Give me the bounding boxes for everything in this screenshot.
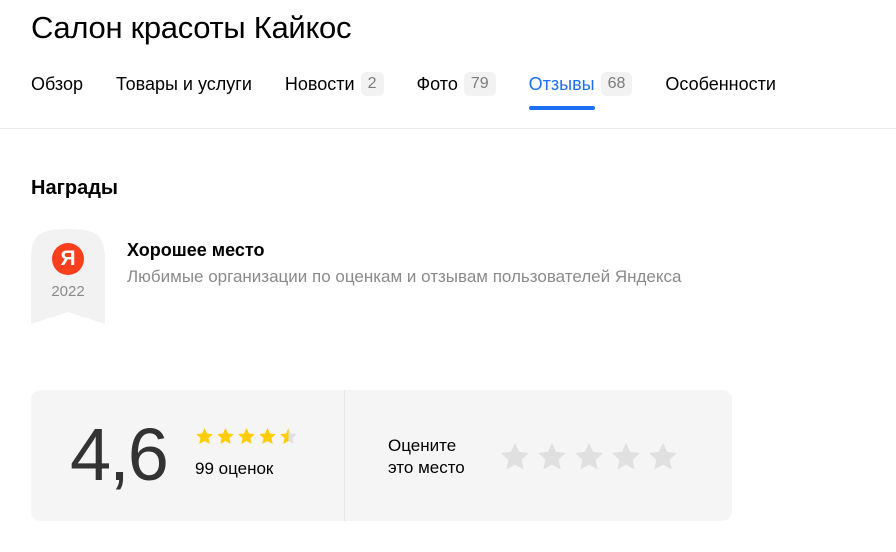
rating-stars [195, 427, 300, 446]
award-ribbon-icon: Я 2022 [31, 229, 105, 324]
star-icon [238, 428, 255, 444]
tab-overview[interactable]: Обзор [31, 70, 83, 98]
award-description: Любимые организации по оценкам и отзывам… [127, 267, 682, 286]
page-title: Салон красоты Кайкос [31, 10, 352, 45]
tab-count-badge: 68 [600, 72, 633, 96]
card-divider [344, 390, 345, 521]
tab-label: Новости [284, 74, 355, 94]
rating-card: 4,6 99 оценок Оцените это место [31, 390, 732, 521]
tab-count-badge: 2 [360, 72, 384, 96]
star-icon [280, 428, 297, 444]
tab-count-badge: 79 [463, 72, 496, 96]
rate-prompt: Оцените это место [388, 435, 508, 479]
tab-label: Фото [416, 74, 458, 94]
tab-label: Отзывы [528, 74, 595, 94]
star-icon [196, 428, 213, 444]
tab-features[interactable]: Особенности [665, 70, 776, 98]
tab-photos[interactable]: Фото 79 [417, 70, 496, 98]
rate-star-icon[interactable] [536, 441, 568, 473]
tab-reviews[interactable]: Отзывы 68 [528, 70, 633, 110]
active-tab-indicator [528, 106, 595, 110]
tab-label: Обзор [31, 74, 83, 94]
rate-star-icon[interactable] [573, 441, 605, 473]
header-divider [0, 128, 896, 129]
tab-bar: Обзор Товары и услуги Новости 2 Фото 79 … [31, 70, 809, 112]
rate-star-icon[interactable] [610, 441, 642, 473]
rate-star-icon[interactable] [647, 441, 679, 473]
yandex-logo-icon: Я [52, 243, 84, 275]
rate-star-picker [499, 441, 684, 473]
rating-count: 99 оценок [195, 459, 274, 478]
tab-news[interactable]: Новости 2 [285, 70, 384, 98]
rate-prompt-line1: Оцените [388, 436, 457, 455]
rating-value: 4,6 [70, 413, 169, 496]
award-name: Хорошее место [127, 240, 265, 260]
award-year: 2022 [51, 283, 85, 300]
tab-label: Товары и услуги [116, 74, 252, 94]
star-icon [259, 428, 276, 444]
awards-heading: Награды [31, 177, 119, 199]
rate-prompt-line2: это место [388, 458, 465, 477]
tab-label: Особенности [665, 74, 776, 94]
tab-services[interactable]: Товары и услуги [116, 70, 252, 98]
star-icon [217, 428, 234, 444]
rate-star-icon[interactable] [499, 441, 531, 473]
